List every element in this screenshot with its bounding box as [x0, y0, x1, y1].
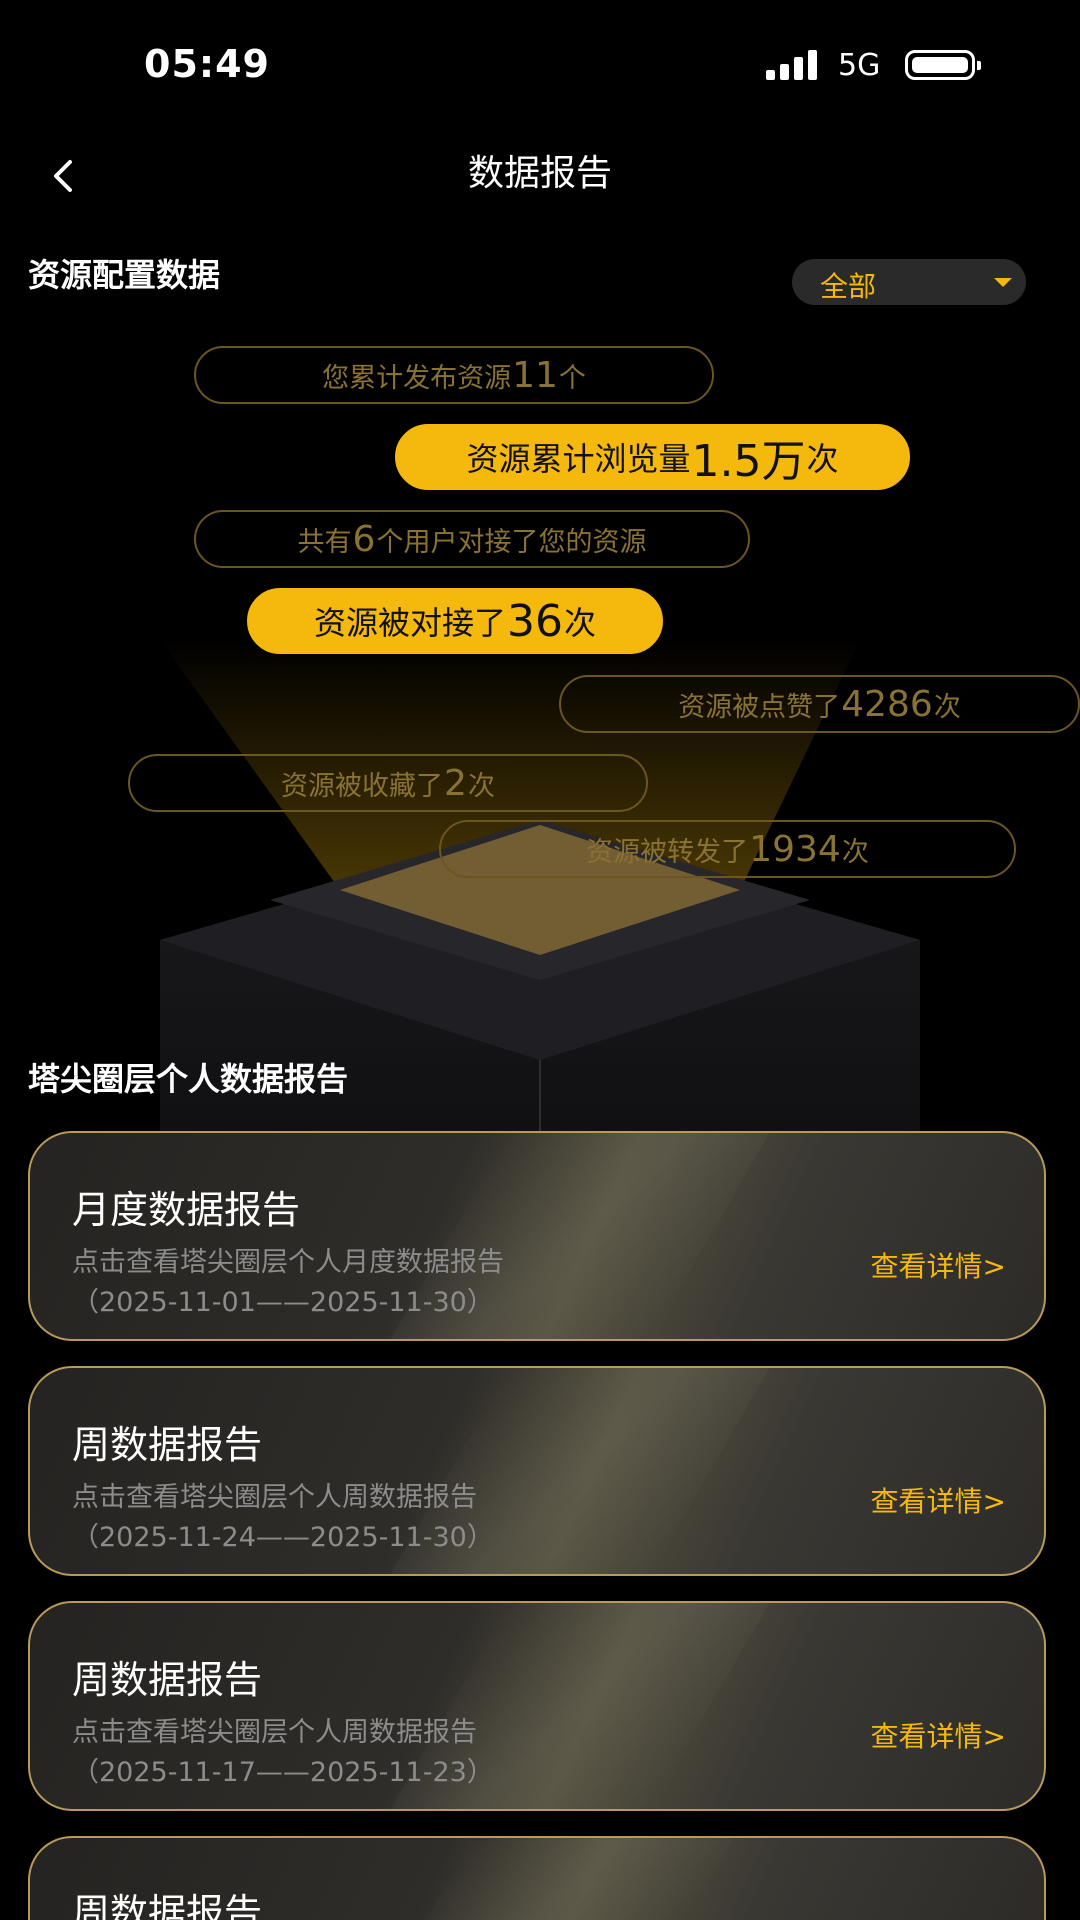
stat-pill-views: 资源累计浏览量 1.5万次 — [395, 424, 910, 490]
report-card-title: 周数据报告 — [72, 1658, 263, 1702]
caret-down-icon — [994, 278, 1012, 287]
stat-pill-likes: 资源被点赞了 4286 次 — [559, 675, 1080, 733]
view-details-link[interactable]: 查看详情> — [871, 1480, 1006, 1520]
network-type: 5G — [838, 48, 881, 83]
report-card-weekly[interactable]: 周数据报告 点击查看塔尖圈层个人周数据报告 （2025-11-24——2025-… — [28, 1366, 1046, 1576]
resource-section-title: 资源配置数据 — [28, 256, 221, 294]
view-details-link[interactable]: 查看详情> — [871, 1715, 1006, 1755]
filter-value: 全部 — [820, 270, 877, 303]
reports-section-title: 塔尖圈层个人数据报告 — [28, 1060, 349, 1098]
battery-icon — [905, 50, 981, 80]
status-bar: 05:49 5G — [0, 0, 1080, 130]
nav-bar: 数据报告 — [0, 130, 1080, 220]
stat-pill-users: 共有 6 个用户对接了您的资源 — [194, 510, 750, 568]
stat-pill-favorites: 资源被收藏了 2 次 — [128, 754, 648, 812]
report-card-weekly-partial[interactable]: 周数据报告 — [28, 1836, 1046, 1920]
report-card-title: 周数据报告 — [72, 1891, 263, 1920]
filter-dropdown[interactable]: 全部 — [792, 259, 1026, 305]
report-card-weekly[interactable]: 周数据报告 点击查看塔尖圈层个人周数据报告 （2025-11-17——2025-… — [28, 1601, 1046, 1811]
stat-pill-connections: 资源被对接了 36 次 — [247, 588, 663, 654]
status-time: 05:49 — [144, 42, 270, 86]
page-title: 数据报告 — [467, 153, 612, 194]
report-card-title: 周数据报告 — [72, 1423, 263, 1467]
report-card-desc: 点击查看塔尖圈层个人周数据报告 （2025-11-17——2025-11-23） — [72, 1717, 494, 1788]
report-card-desc: 点击查看塔尖圈层个人月度数据报告 （2025-11-01——2025-11-30… — [72, 1247, 504, 1318]
report-card-title: 月度数据报告 — [72, 1188, 301, 1232]
signal-icon — [766, 50, 822, 80]
view-details-link[interactable]: 查看详情> — [871, 1245, 1006, 1285]
report-card-monthly[interactable]: 月度数据报告 点击查看塔尖圈层个人月度数据报告 （2025-11-01——202… — [28, 1131, 1046, 1341]
report-card-desc: 点击查看塔尖圈层个人周数据报告 （2025-11-24——2025-11-30） — [72, 1482, 494, 1553]
stat-pill-published: 您累计发布资源 11 个 — [194, 346, 714, 404]
stat-pill-shares: 资源被转发了 1934 次 — [439, 820, 1016, 878]
